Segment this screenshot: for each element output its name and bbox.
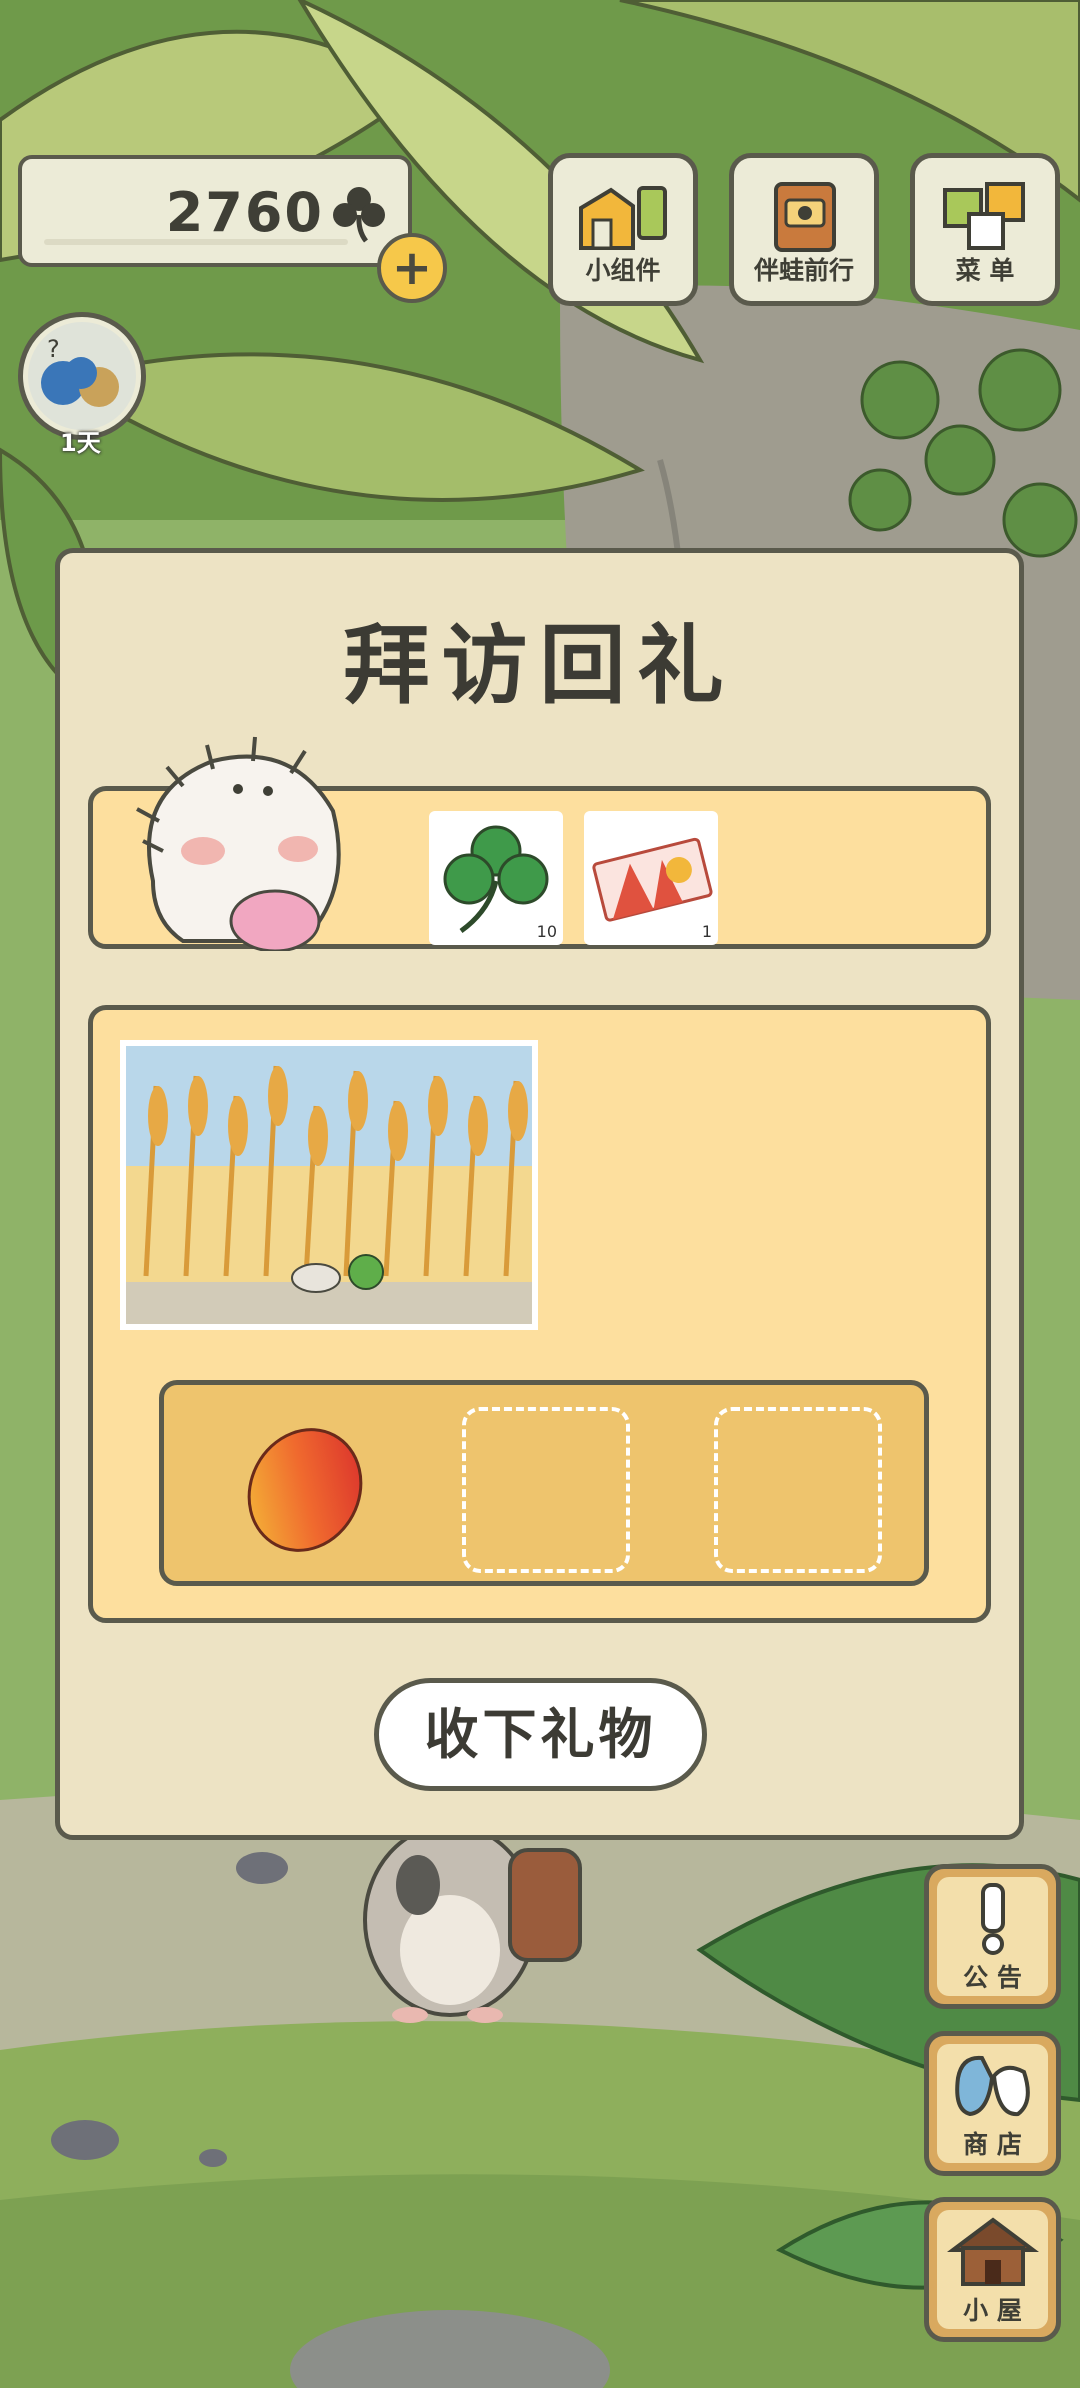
mango-icon xyxy=(247,1428,363,1552)
gift-slot-tray xyxy=(159,1380,929,1586)
menu-button-label: 菜 单 xyxy=(955,256,1015,285)
announcement-button[interactable]: 公 告 xyxy=(924,1864,1061,2009)
travel-journal-label: 伴蛙前行 xyxy=(753,256,854,285)
widget-button[interactable]: 小组件 xyxy=(548,153,698,306)
hedgehog-visitor-illustration xyxy=(123,731,353,955)
frog-avatar-icon: ? xyxy=(28,322,136,430)
wheat-field-photo xyxy=(126,1046,532,1324)
exclamation-icon xyxy=(929,1881,1056,1955)
widget-button-label: 小组件 xyxy=(585,256,661,285)
reward-qty: 10 xyxy=(536,922,557,941)
reward-item-ticket: 1 xyxy=(584,811,718,945)
visit-gift-dialog: 拜访回礼 10 1 收下礼物 xyxy=(55,548,1024,1840)
house-label: 小 屋 xyxy=(963,2296,1022,2325)
journal-icon xyxy=(734,178,874,256)
widget-icon xyxy=(553,178,693,256)
plus-icon: + xyxy=(391,240,433,296)
shop-bag-icon xyxy=(929,2048,1056,2122)
visitor-reward-panel: 10 1 xyxy=(88,736,991,953)
menu-button[interactable]: 菜 单 xyxy=(910,153,1060,306)
announcement-label: 公 告 xyxy=(963,1963,1022,1992)
travel-journal-button[interactable]: 伴蛙前行 xyxy=(729,153,879,306)
frog-status-avatar[interactable]: ? xyxy=(18,312,146,440)
gift-slot-empty[interactable] xyxy=(462,1407,630,1573)
accept-gift-button[interactable]: 收下礼物 xyxy=(374,1678,707,1791)
gift-panel xyxy=(88,1005,991,1623)
clover-count: 2760 xyxy=(165,181,324,244)
shop-label: 商 店 xyxy=(963,2130,1022,2159)
travel-photo[interactable] xyxy=(120,1040,538,1330)
counter-underline xyxy=(44,239,348,245)
shop-button[interactable]: 商 店 xyxy=(924,2031,1061,2176)
gift-slot-filled[interactable] xyxy=(221,1407,389,1573)
clover-icon xyxy=(332,185,386,247)
reward-item-clover: 10 xyxy=(429,811,563,945)
menu-icon xyxy=(915,178,1055,256)
reward-qty: 1 xyxy=(701,922,712,941)
svg-text:?: ? xyxy=(47,335,60,363)
dialog-title: 拜访回礼 xyxy=(343,616,736,716)
add-clover-button[interactable]: + xyxy=(377,233,447,303)
house-button[interactable]: 小 屋 xyxy=(924,2197,1061,2342)
house-icon xyxy=(929,2214,1056,2288)
day-counter: 1天 xyxy=(60,429,101,457)
clover-counter: 2760 xyxy=(18,155,412,267)
ticket-icon xyxy=(592,837,713,922)
gift-slot-empty[interactable] xyxy=(714,1407,882,1573)
